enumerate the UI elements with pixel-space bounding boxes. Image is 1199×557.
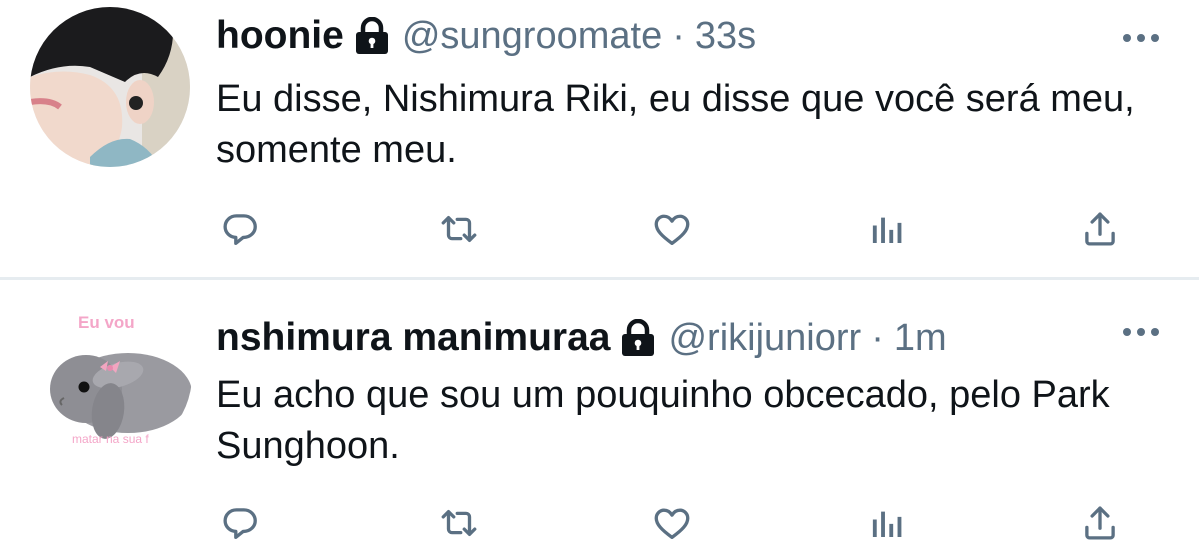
like-icon[interactable] xyxy=(650,207,694,251)
bunny-photo-avatar: Eu vou matar na sua f xyxy=(28,293,192,457)
tweet-actions xyxy=(0,207,1199,251)
user-handle[interactable]: @rikijuniorr xyxy=(668,317,861,360)
analytics-icon[interactable] xyxy=(864,501,908,545)
tweet-text: Eu acho que sou um pouquinho obcecado, p… xyxy=(216,374,1110,467)
more-options-icon[interactable] xyxy=(1123,34,1159,46)
timestamp[interactable]: 1m xyxy=(894,317,947,360)
tweet[interactable]: Eu vou matar na sua f nshimura manimuraa… xyxy=(0,280,1199,557)
tweet-header: nshimura manimuraa @rikijuniorr · 1m xyxy=(216,316,947,360)
reply-icon[interactable] xyxy=(218,207,262,251)
avatar-caption-bottom: matar na sua f xyxy=(72,432,149,446)
tweet-actions xyxy=(0,501,1199,545)
reply-icon[interactable] xyxy=(218,501,262,545)
separator-dot: · xyxy=(871,316,884,359)
lock-icon xyxy=(618,318,658,357)
analytics-icon[interactable] xyxy=(864,207,908,251)
separator-dot: · xyxy=(672,14,685,57)
avatar-caption-top: Eu vou xyxy=(78,313,135,332)
retweet-icon[interactable] xyxy=(437,207,481,251)
retweet-icon[interactable] xyxy=(437,501,481,545)
timestamp[interactable]: 33s xyxy=(695,15,756,58)
boy-photo-avatar xyxy=(30,7,190,167)
lock-icon xyxy=(352,16,392,55)
tweet-text: Eu disse, Nishimura Riki, eu disse que v… xyxy=(216,78,1135,171)
tweet[interactable]: hoonie @sungroomate · 33s Eu disse, Nish… xyxy=(0,0,1199,278)
avatar[interactable]: Eu vou matar na sua f xyxy=(28,293,192,457)
more-options-icon[interactable] xyxy=(1123,328,1159,340)
display-name[interactable]: nshimura manimuraa xyxy=(216,316,610,360)
display-name[interactable]: hoonie xyxy=(216,14,344,58)
share-icon[interactable] xyxy=(1078,207,1122,251)
avatar[interactable] xyxy=(30,7,190,167)
like-icon[interactable] xyxy=(650,501,694,545)
user-handle[interactable]: @sungroomate xyxy=(402,15,662,58)
tweet-header: hoonie @sungroomate · 33s xyxy=(216,14,756,58)
share-icon[interactable] xyxy=(1078,501,1122,545)
